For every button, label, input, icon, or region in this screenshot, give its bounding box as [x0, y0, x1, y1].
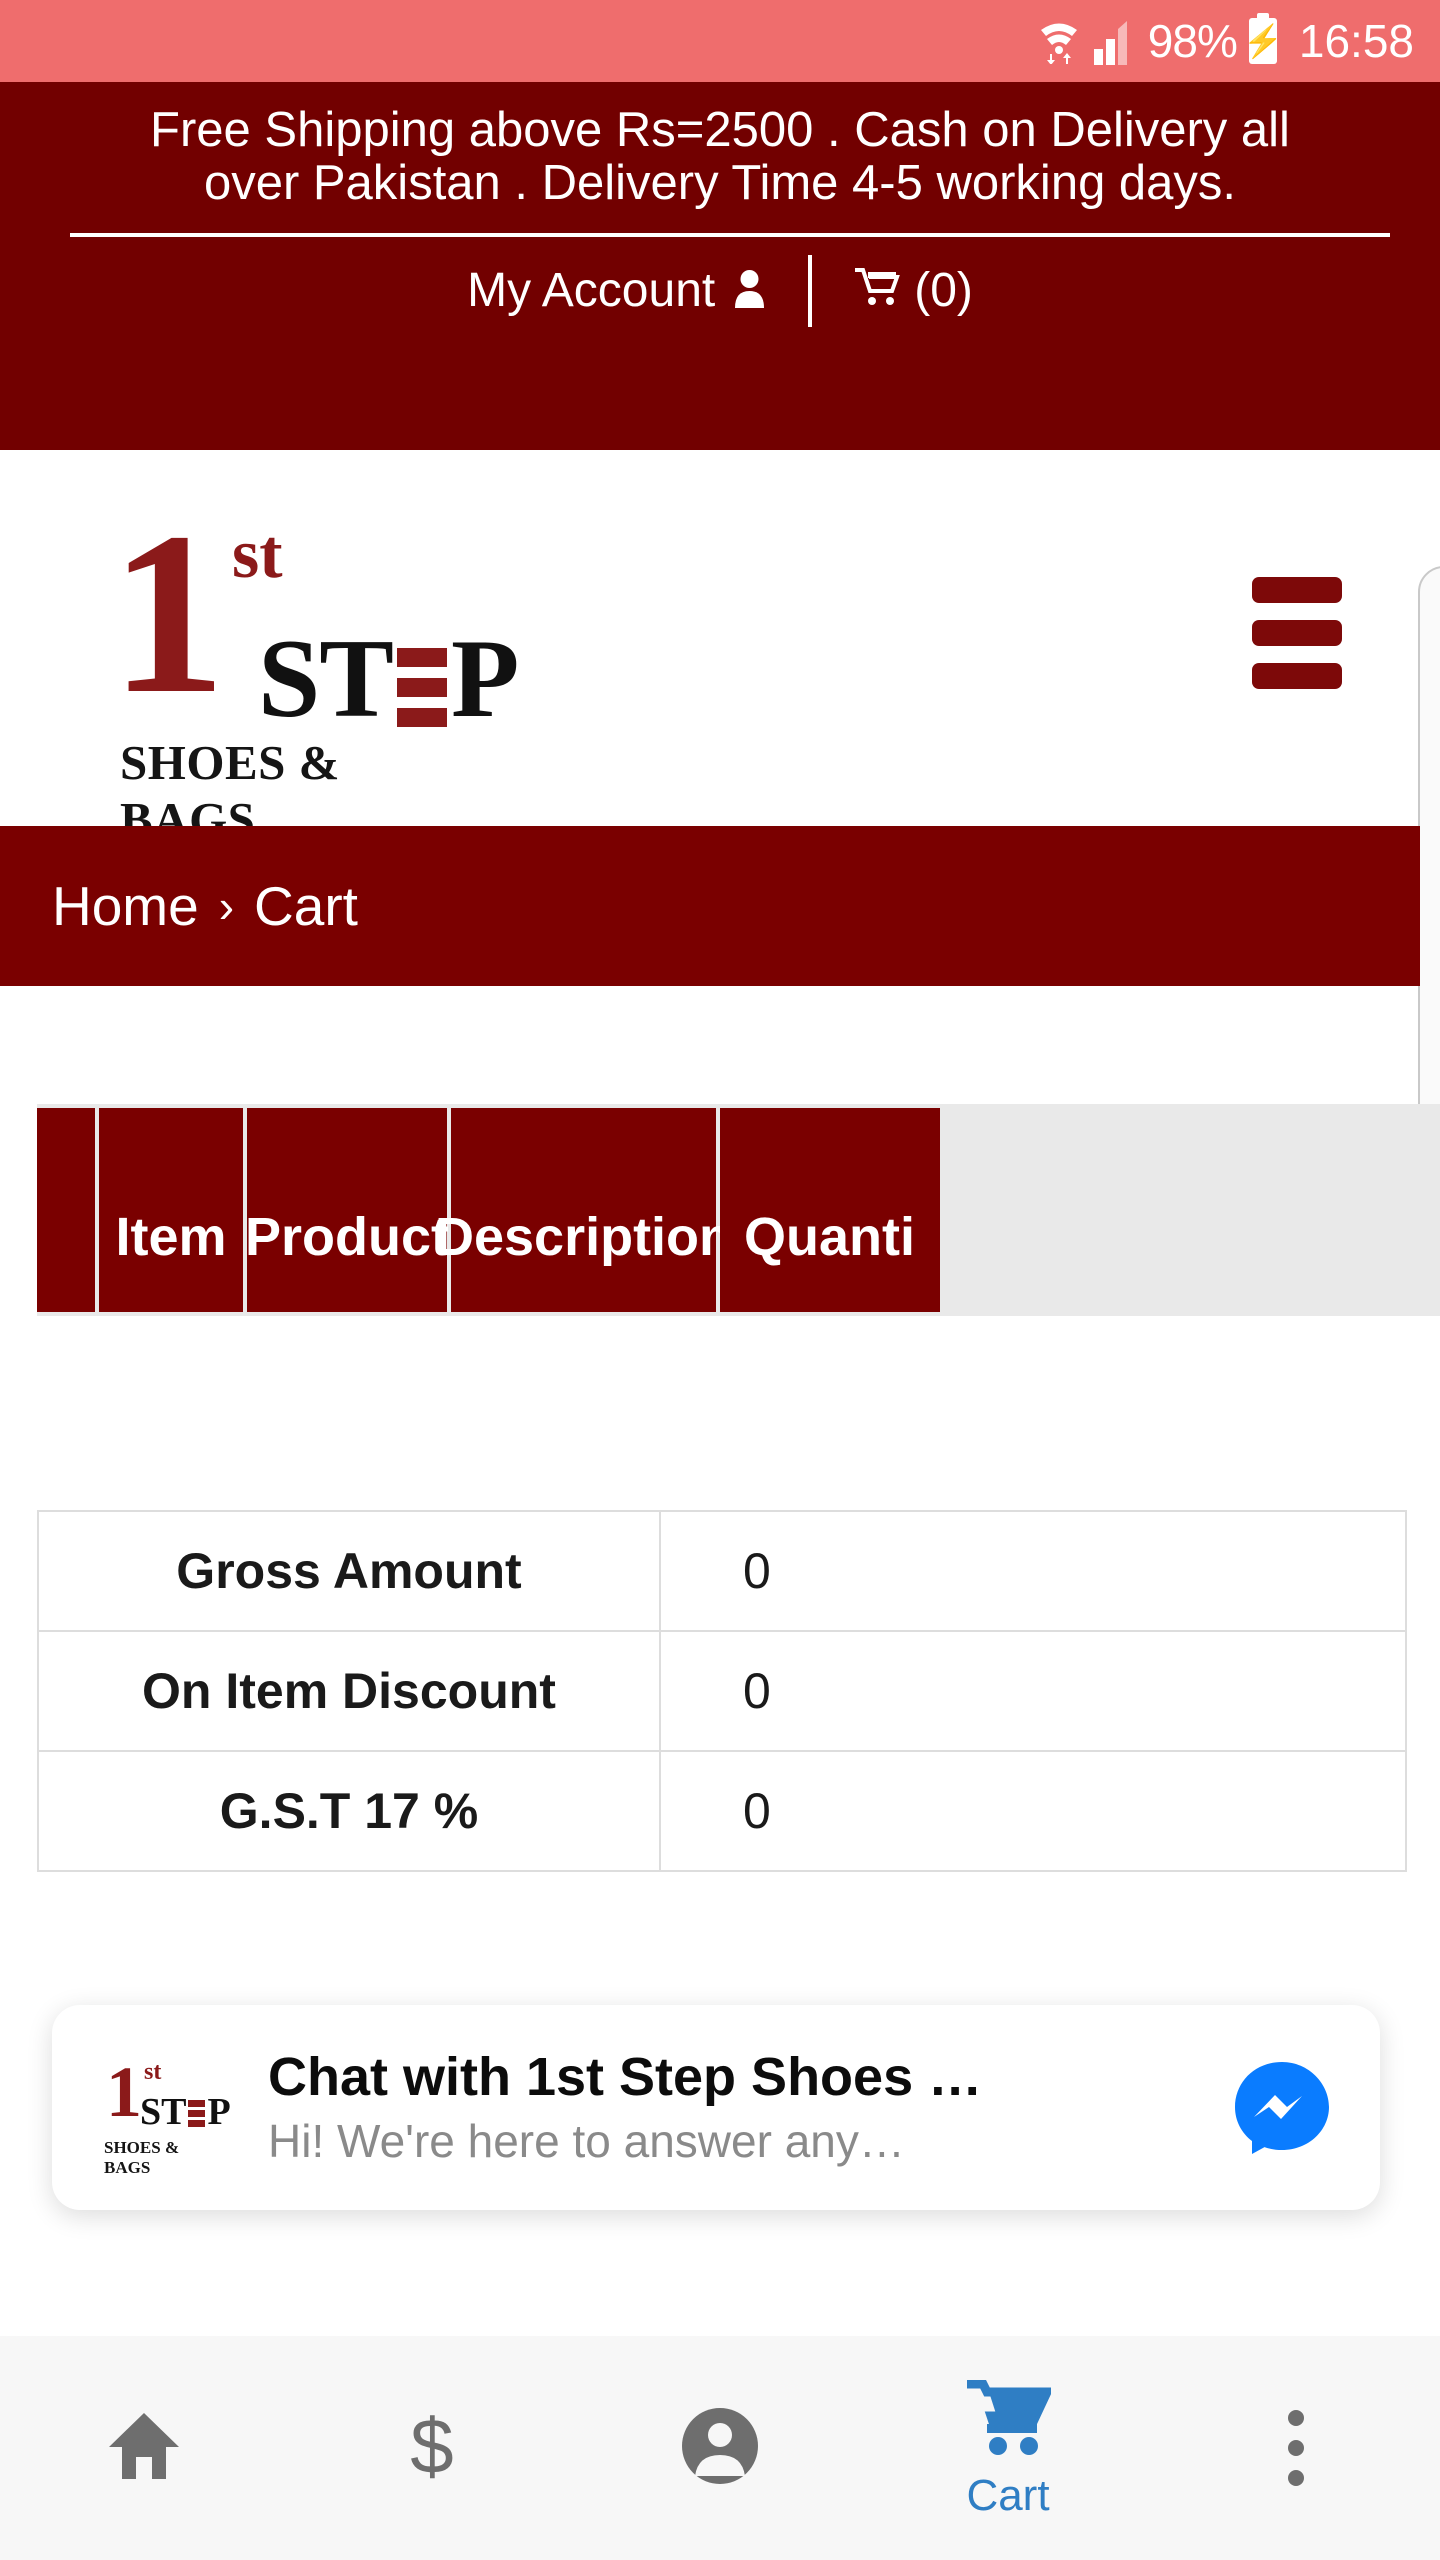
wifi-icon [1038, 18, 1080, 64]
utility-bar: My Account (0) [70, 254, 1370, 327]
hamburger-bar [1252, 577, 1342, 603]
summary-label-gst: G.S.T 17 % [39, 1752, 661, 1870]
more-vertical-icon [1288, 2410, 1304, 2486]
table-header-quantity: Quanti [720, 1108, 940, 1312]
table-header-description: Description [435, 1108, 732, 1312]
chat-logo-numeral: 1 [106, 2051, 142, 2132]
cart-items-table[interactable]: Item Product Description Quanti [37, 1104, 1440, 1316]
nav-item-home[interactable] [0, 2336, 288, 2560]
nav-item-account[interactable] [576, 2336, 864, 2560]
table-row: On Item Discount 0 [39, 1632, 1405, 1752]
promo-banner: Free Shipping above Rs=2500 . Cash on De… [0, 82, 1440, 450]
dollar-icon: $ [402, 2402, 462, 2494]
svg-text:$: $ [410, 2403, 453, 2489]
logo-step-left: ST [258, 617, 394, 741]
my-account-label: My Account [467, 264, 716, 318]
hamburger-menu-icon[interactable] [1252, 577, 1342, 689]
nav-item-price[interactable]: $ [288, 2336, 576, 2560]
chevron-right-icon: › [218, 880, 235, 932]
status-bar-icons: 98% ⚡ 16:58 [1038, 13, 1414, 68]
site-header: 1 st ST P SHOES & BAGS [0, 450, 1440, 848]
shopping-cart-icon [854, 267, 901, 314]
cellular-signal-icon [1092, 19, 1136, 65]
chat-subtitle: Hi! We're here to answer any… [268, 2114, 905, 2167]
hamburger-bar [1252, 620, 1342, 646]
hamburger-bar [1252, 663, 1342, 689]
breadcrumb-current: Cart [254, 875, 358, 937]
home-icon [103, 2405, 185, 2492]
dot [1288, 2440, 1304, 2456]
messenger-icon[interactable] [1232, 2058, 1332, 2158]
logo-step-right: P [451, 617, 519, 741]
promo-line-1: Free Shipping above Rs=2500 . Cash on De… [150, 103, 1290, 157]
shopping-cart-icon [965, 2379, 1055, 2463]
table-header-product: Product [245, 1108, 449, 1312]
dot [1288, 2410, 1304, 2426]
breadcrumb-home-link[interactable]: Home [52, 874, 199, 938]
nav-label-cart: Cart [966, 2470, 1050, 2520]
nav-item-cart[interactable]: Cart [864, 2336, 1152, 2560]
chat-title: Chat with 1st Step Shoes … [268, 2047, 983, 2108]
cart-count: (0) [914, 264, 973, 318]
chat-logo-ordinal-suffix: st [144, 2058, 162, 2085]
chat-logo-step-left: ST [140, 2090, 187, 2133]
table-row: G.S.T 17 % 0 [39, 1752, 1405, 1872]
cart-summary-table: Gross Amount 0 On Item Discount 0 G.S.T … [37, 1510, 1407, 1872]
chat-logo-step-right: P [207, 2090, 231, 2133]
logo-e-bars-icon [397, 646, 447, 728]
cart-link[interactable]: (0) [812, 263, 973, 318]
charging-bolt-icon: ⚡ [1242, 23, 1283, 59]
logo-ordinal-suffix: st [232, 516, 283, 593]
bottom-navigation-bar: $ Cart [0, 2336, 1440, 2560]
breadcrumb: Home › Cart [0, 826, 1420, 986]
chat-logo-subtitle: SHOES & BAGS [104, 2137, 180, 2177]
app-screen: 98% ⚡ 16:58 Free Shipping above Rs=2500 … [0, 0, 1440, 2560]
offscreen-side-panel[interactable] [1418, 566, 1440, 1142]
battery-icon: ⚡ [1243, 13, 1283, 64]
messenger-chat-widget[interactable]: 1 st ST P SHOES & BAGS Chat with 1st Ste… [52, 2005, 1380, 2210]
account-circle-icon [680, 2406, 760, 2491]
status-bar: 98% ⚡ 16:58 [0, 0, 1440, 82]
chat-logo-wordmark: ST P [140, 2090, 231, 2133]
person-icon [729, 267, 770, 315]
summary-value-on-item-discount: 0 [743, 1663, 771, 1719]
clock: 16:58 [1298, 15, 1414, 67]
site-logo[interactable]: 1 st ST P SHOES & BAGS [110, 485, 519, 848]
summary-value-gross-amount: 0 [743, 1543, 771, 1599]
promo-line-2: over Pakistan . Delivery Time 4-5 workin… [203, 155, 1237, 210]
table-row: Gross Amount 0 [39, 1512, 1405, 1632]
divider [70, 232, 1390, 237]
dot [1288, 2470, 1304, 2486]
summary-label-gross-amount: Gross Amount [39, 1512, 661, 1630]
chat-text-block: Chat with 1st Step Shoes … Hi! We're her… [268, 2047, 1232, 2167]
chat-brand-logo: 1 st ST P SHOES & BAGS [96, 2048, 231, 2177]
table-header-blank [37, 1108, 95, 1312]
table-header-item: Item [99, 1108, 243, 1312]
chat-logo-e-bars-icon [188, 2099, 206, 2128]
summary-label-on-item-discount: On Item Discount [39, 1632, 661, 1750]
summary-value-gst: 0 [743, 1783, 771, 1839]
nav-item-more[interactable] [1152, 2336, 1440, 2560]
battery-percent: 98% [1147, 15, 1238, 67]
my-account-link[interactable]: My Account [467, 263, 808, 318]
logo-wordmark: ST P [258, 617, 519, 741]
logo-numeral: 1 [110, 485, 226, 742]
